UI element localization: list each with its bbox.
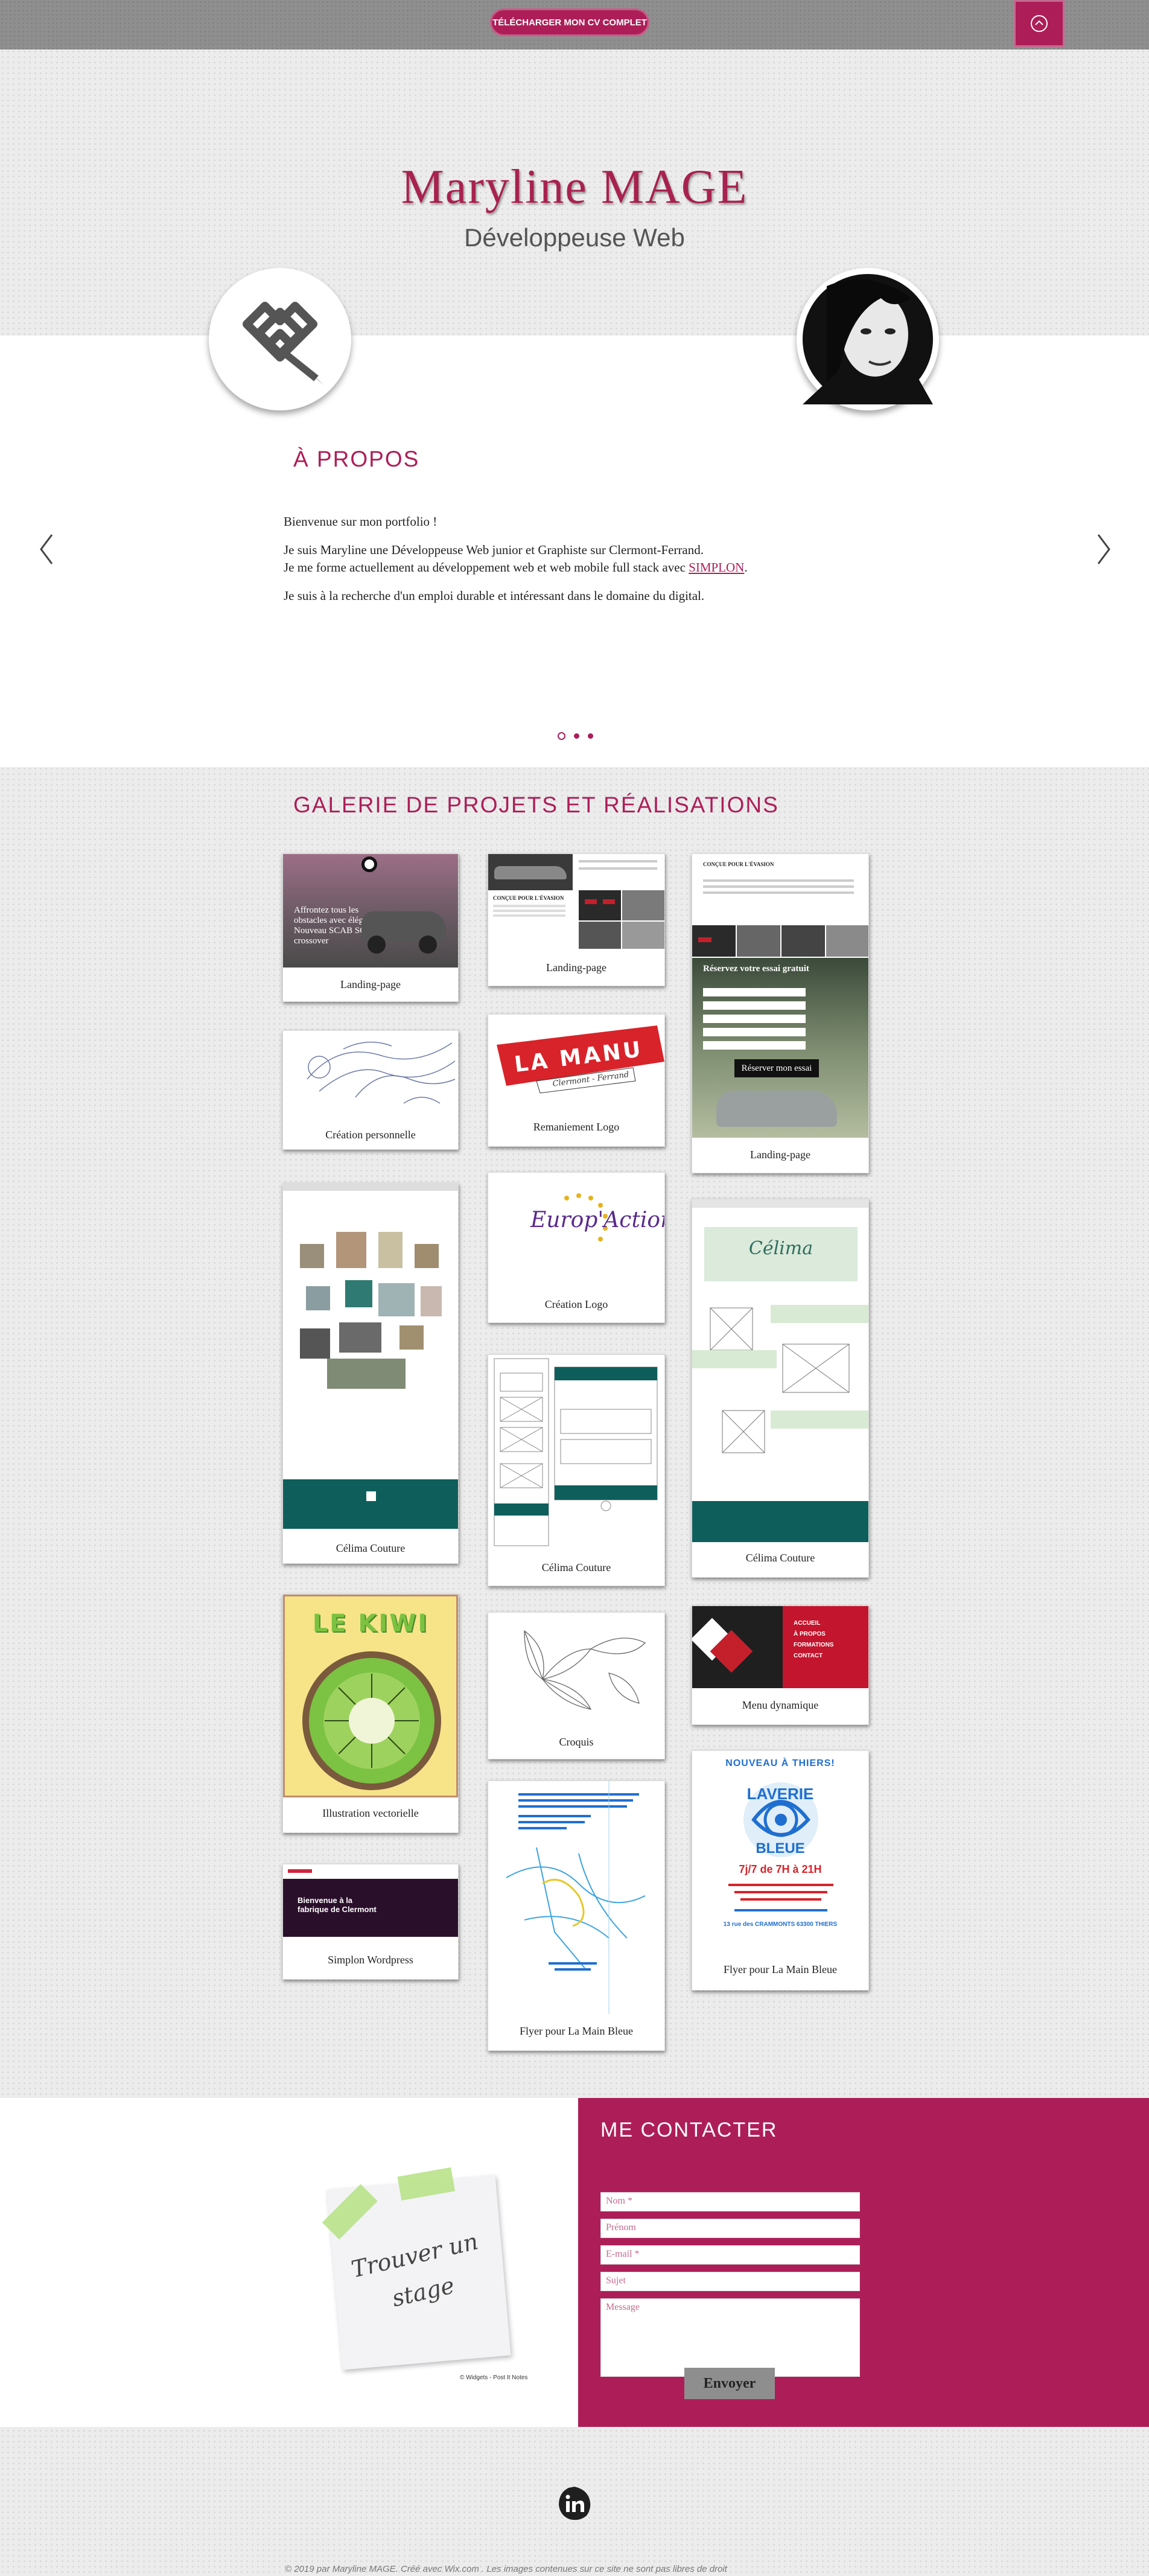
thumb-text: Bienvenue à la fabrique de Clermont (298, 1896, 377, 1914)
gallery-card-personal[interactable]: Création personnelle (282, 1030, 459, 1150)
thumb-text: Réservez votre essai gratuit (703, 964, 809, 974)
gallery-card-celima-3[interactable]: Célima Célima Couture (692, 1199, 869, 1578)
celtic-knot-logo-icon (243, 302, 324, 386)
card-caption: Célima Couture (541, 1561, 611, 1573)
thumb-heading: CONÇUE POUR L'ÉVASION (703, 861, 774, 867)
linkedin-button[interactable] (555, 2484, 594, 2523)
thumb-button: Réserver mon essai (734, 1059, 819, 1077)
gallery-card-landing-2[interactable]: CONÇUE POUR L'ÉVASION Landing-page (488, 853, 665, 986)
widget-credit: © Widgets - Post It Notes (460, 2374, 528, 2381)
thumb-text: LE KIWI (312, 1610, 429, 1637)
kiwi-illustration (302, 1651, 441, 1790)
about-paragraph-3: Je suis à la recherche d'un emploi durab… (284, 588, 705, 603)
gallery-card-landing-1[interactable]: Affrontez tous les obstacles avec élégan… (282, 853, 459, 1002)
about-text: Bienvenue sur mon portfolio ! Je suis Ma… (284, 513, 887, 616)
card-caption: Création personnelle (325, 1129, 416, 1141)
gallery-card-celima-1[interactable]: Célima Couture (282, 1183, 459, 1564)
about-line-2-end: . (744, 560, 748, 575)
gallery-card-europaction[interactable]: Europ'Action Création Logo (488, 1172, 665, 1323)
tape (322, 2184, 378, 2240)
card-caption: Flyer pour La Main Bleue (724, 1963, 837, 1975)
wheel-shape (419, 936, 437, 954)
about-line-2: Je me forme actuellement au développemen… (284, 560, 689, 575)
card-caption: Illustration vectorielle (322, 1807, 419, 1819)
about-paragraph-2: Je suis Maryline une Développeuse Web ju… (284, 541, 887, 576)
chevron-up-icon (1031, 15, 1048, 32)
slider-dots (558, 732, 593, 740)
wireframe-thumb (494, 1358, 658, 1546)
card-caption: Remaniement Logo (533, 1121, 620, 1133)
product-grid (300, 1226, 442, 1389)
gallery-title: GALERIE DE PROJETS ET RÉALISATIONS (293, 792, 779, 817)
gallery-card-landing-3[interactable]: CONÇUE POUR L'ÉVASION Réservez votre ess… (692, 853, 869, 1173)
subject-field[interactable]: Sujet (600, 2272, 860, 2291)
thumb-text: NOUVEAU À THIERS! (725, 1758, 835, 1768)
thumb-text: Célima (748, 1238, 813, 1259)
about-paragraph-1: Bienvenue sur mon portfolio ! (284, 514, 438, 529)
thumb-addr: 13 rue des CRAMMONTS 63300 THIERS (723, 1921, 838, 1928)
card-caption: Célima Couture (745, 1552, 815, 1564)
card-caption: Célima Couture (336, 1542, 406, 1554)
gallery-card-flyer-map[interactable]: Flyer pour La Main Bleue (488, 1781, 665, 2051)
gallery-card-lamanu[interactable]: LA MANU Clermont - Ferrand Remaniement L… (488, 1014, 665, 1147)
pencil-drawing-thumb (307, 1041, 456, 1104)
linkedin-icon (559, 2487, 591, 2520)
contact-title: ME CONTACTER (600, 2119, 778, 2141)
about-line-1: Je suis Maryline une Développeuse Web ju… (284, 543, 704, 557)
send-button[interactable]: Envoyer (684, 2368, 775, 2399)
thumb-hours: 7j/7 de 7H à 21H (739, 1863, 822, 1875)
firstname-field[interactable]: Prénom (600, 2219, 860, 2238)
leaf-sketch-thumb (524, 1630, 646, 1710)
footer-copyright: © 2019 par Maryline MAGE. Créé avec Wix.… (285, 2564, 727, 2574)
card-caption: Landing-page (750, 1149, 810, 1161)
wheel-shape (368, 936, 386, 954)
thumb-sub2: BLEUE (756, 1840, 805, 1857)
post-it-note: Trouver un stage (322, 2167, 511, 2370)
slider-dot-1[interactable] (558, 732, 565, 740)
download-cv-button[interactable]: TÉLÉCHARGER MON CV COMPLET (492, 10, 648, 34)
logo-avatar (209, 268, 351, 410)
gallery-card-celima-2[interactable]: Célima Couture (488, 1354, 665, 1586)
page-title: Maryline MAGE (401, 161, 748, 214)
thumb-text: ACCUEIL À PROPOS FORMATIONS CONTACT (794, 1620, 834, 1659)
wireframe-thumb (692, 1305, 868, 1453)
slider-prev-arrow-icon[interactable] (37, 531, 56, 567)
gallery-card-menu[interactable]: ACCUEIL À PROPOS FORMATIONS CONTACT Menu… (692, 1605, 869, 1725)
brand-logo-icon (361, 856, 377, 872)
card-caption: Flyer pour La Main Bleue (520, 2025, 633, 2037)
map-flyer-thumb (506, 1781, 646, 2014)
about-title: À PROPOS (293, 447, 420, 471)
card-caption: Croquis (559, 1736, 594, 1748)
gallery-card-croquis[interactable]: Croquis (488, 1612, 665, 1759)
page-subtitle: Développeuse Web (464, 223, 685, 252)
note-text: Trouver un stage (348, 2228, 481, 2312)
card-caption: Simplon Wordpress (328, 1954, 413, 1966)
gallery-card-kiwi[interactable]: LE KIWI Illustration vectorielle (282, 1594, 459, 1833)
portrait-avatar (797, 268, 939, 410)
thumb-sub: LAVERIE (746, 1785, 814, 1803)
slider-next-arrow-icon[interactable] (1095, 531, 1113, 567)
card-caption: Création Logo (544, 1298, 608, 1310)
slider-dot-2[interactable] (574, 733, 579, 739)
card-caption: Menu dynamique (742, 1699, 819, 1711)
message-field[interactable]: Message (600, 2298, 860, 2377)
email-field[interactable]: E-mail * (600, 2245, 860, 2265)
gallery-card-flyer-laverie[interactable]: NOUVEAU À THIERS! LAVERIE BLEUE 7j/7 de … (692, 1750, 869, 1991)
thumb-text: Europ'Action (530, 1208, 664, 1232)
name-field[interactable]: Nom * (600, 2192, 860, 2211)
thumb-text: CONÇUE POUR L'ÉVASION (493, 895, 564, 901)
portrait-photo (803, 274, 933, 404)
card-caption: Landing-page (340, 978, 401, 990)
slider-dot-3[interactable] (588, 733, 593, 739)
card-caption: Landing-page (546, 961, 606, 974)
simplon-link[interactable]: SIMPLON (689, 560, 744, 575)
scroll-top-button[interactable] (1014, 0, 1065, 47)
gallery-card-simplon[interactable]: Bienvenue à la fabrique de Clermont Simp… (282, 1864, 459, 1980)
